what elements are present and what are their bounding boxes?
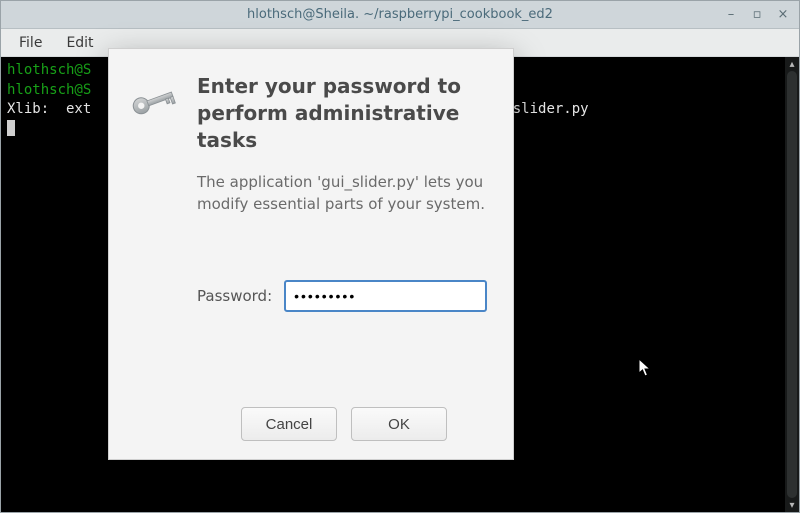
dialog-heading: Enter your password to perform administr… [197,73,487,154]
key-icon [127,77,183,133]
dialog-buttons: Cancel OK [197,407,487,441]
window-controls: – ▫ × [719,4,795,24]
dialog-body: The application 'gui_slider.py' lets you… [197,154,487,312]
dialog-header: Enter your password to perform administr… [127,67,487,154]
ok-button[interactable]: OK [351,407,447,441]
menu-file[interactable]: File [13,32,48,54]
dialog-description: The application 'gui_slider.py' lets you… [197,172,487,216]
scrollbar-track[interactable] [787,71,797,498]
password-dialog: Enter your password to perform administr… [108,48,514,460]
window-title: hlothsch@Sheila. ~/raspberrypi_cookbook_… [247,7,553,22]
terminal-cursor [7,120,15,136]
terminal-line-1-prompt: hlothsch@S [7,62,91,78]
close-button[interactable]: × [771,4,795,24]
minimize-button[interactable]: – [719,4,743,24]
titlebar: hlothsch@Sheila. ~/raspberrypi_cookbook_… [1,1,799,29]
password-label: Password: [197,287,272,305]
cancel-button[interactable]: Cancel [241,407,337,441]
password-input[interactable] [284,280,487,312]
scrollbar-down-icon[interactable]: ▾ [785,498,799,512]
terminal-line-2-prompt: hlothsch@S [7,82,91,98]
terminal-line-3-pre: Xlib: ext [7,101,91,117]
terminal-scrollbar[interactable]: ▴ ▾ [785,57,799,512]
scrollbar-up-icon[interactable]: ▴ [785,57,799,71]
menu-edit[interactable]: Edit [60,32,99,54]
maximize-button[interactable]: ▫ [745,4,769,24]
password-row: Password: [197,280,487,312]
